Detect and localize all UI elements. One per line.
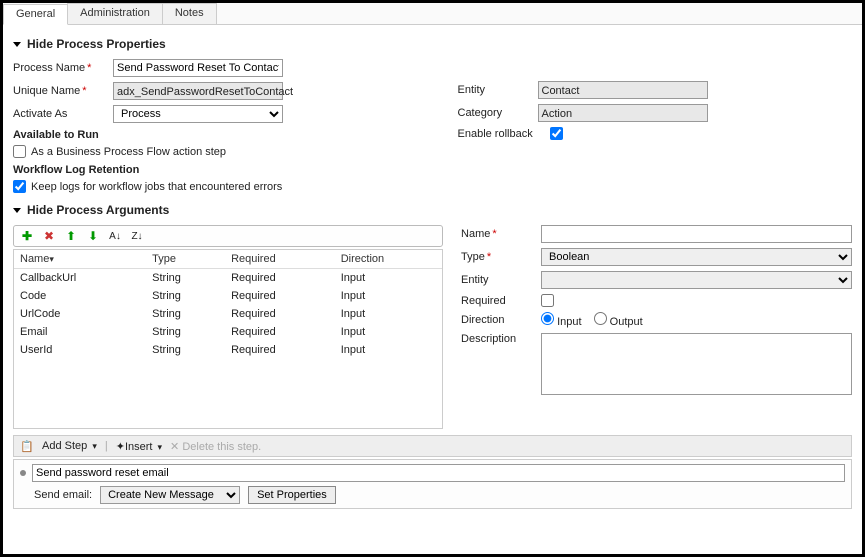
col-direction: Direction	[335, 250, 442, 269]
arg-entity-select[interactable]	[541, 271, 852, 289]
send-email-label: Send email:	[34, 489, 92, 501]
add-icon[interactable]: ✚	[20, 229, 34, 243]
activate-as-select[interactable]: Process	[113, 105, 283, 123]
bpf-step-label: As a Business Process Flow action step	[31, 146, 226, 158]
label-arg-description: Description	[461, 333, 541, 345]
entity-field: Contact	[538, 81, 708, 99]
sort-asc-icon[interactable]: A↓	[108, 229, 122, 243]
arg-name-input[interactable]	[541, 225, 852, 243]
direction-input-radio[interactable]	[541, 312, 554, 325]
step-bullet-icon	[20, 470, 26, 476]
category-field: Action	[538, 104, 708, 122]
label-unique-name: Unique Name*	[13, 85, 113, 97]
set-properties-button[interactable]: Set Properties	[248, 486, 336, 504]
move-up-icon[interactable]: ⬆	[64, 229, 78, 243]
section-title: Hide Process Properties	[27, 37, 166, 51]
label-arg-name: Name*	[461, 228, 541, 240]
arg-required-checkbox[interactable]	[541, 294, 554, 307]
step-description-input[interactable]	[32, 464, 845, 482]
table-row[interactable]: CodeStringRequiredInput	[14, 287, 442, 305]
collapse-triangle-icon	[13, 42, 21, 47]
add-step-button[interactable]: Add Step ▾	[42, 440, 97, 452]
step-toolbar: 📋 Add Step ▾ | ✦Insert ▾ ✕ Delete this s…	[13, 435, 852, 457]
table-row[interactable]: CallbackUrlStringRequiredInput	[14, 269, 442, 288]
args-toolbar: ✚ ✖ ⬆ ⬇ A↓ Z↓	[13, 225, 443, 247]
col-required: Required	[225, 250, 335, 269]
col-name: Name▾	[14, 250, 146, 269]
section-title: Hide Process Arguments	[27, 203, 169, 217]
tab-administration[interactable]: Administration	[67, 3, 163, 24]
arguments-grid[interactable]: Name▾ Type Required Direction CallbackUr…	[13, 249, 443, 429]
table-row[interactable]: EmailStringRequiredInput	[14, 323, 442, 341]
label-arg-entity: Entity	[461, 274, 541, 286]
keep-logs-label: Keep logs for workflow jobs that encount…	[31, 181, 282, 193]
subheading-log-retention: Workflow Log Retention	[13, 164, 408, 176]
label-arg-direction: Direction	[461, 314, 541, 326]
label-arg-type: Type*	[461, 251, 541, 263]
keep-logs-checkbox[interactable]	[13, 180, 26, 193]
bpf-step-checkbox[interactable]	[13, 145, 26, 158]
arg-type-select[interactable]: Boolean	[541, 248, 852, 266]
delete-icon[interactable]: ✖	[42, 229, 56, 243]
tab-general[interactable]: General	[3, 4, 68, 25]
section-hide-process-properties[interactable]: Hide Process Properties	[13, 37, 852, 51]
add-step-icon: 📋	[20, 439, 34, 453]
label-entity: Entity	[458, 84, 538, 96]
subheading-available-to-run: Available to Run	[13, 129, 408, 141]
sort-desc-icon[interactable]: Z↓	[130, 229, 144, 243]
process-name-input[interactable]	[113, 59, 283, 77]
col-type: Type	[146, 250, 225, 269]
label-category: Category	[458, 107, 538, 119]
table-row[interactable]: UrlCodeStringRequiredInput	[14, 305, 442, 323]
unique-name-field: adx_SendPasswordResetToContact	[113, 82, 283, 100]
tab-notes[interactable]: Notes	[162, 3, 217, 24]
direction-output-radio[interactable]	[594, 312, 607, 325]
move-down-icon[interactable]: ⬇	[86, 229, 100, 243]
table-row[interactable]: UserIdStringRequiredInput	[14, 341, 442, 359]
send-email-select[interactable]: Create New Message	[100, 486, 240, 504]
insert-button[interactable]: ✦Insert ▾	[116, 440, 162, 453]
delete-step-button[interactable]: ✕ Delete this step.	[170, 440, 261, 453]
enable-rollback-checkbox[interactable]	[550, 127, 563, 140]
step-container: Send email: Create New Message Set Prope…	[13, 459, 852, 509]
section-hide-process-arguments[interactable]: Hide Process Arguments	[13, 203, 852, 217]
arg-description-textarea[interactable]	[541, 333, 852, 395]
collapse-triangle-icon	[13, 208, 21, 213]
label-enable-rollback: Enable rollback	[458, 128, 550, 140]
label-process-name: Process Name*	[13, 62, 113, 74]
label-activate-as: Activate As	[13, 108, 113, 120]
label-arg-required: Required	[461, 295, 541, 307]
tab-strip: General Administration Notes	[3, 3, 862, 25]
